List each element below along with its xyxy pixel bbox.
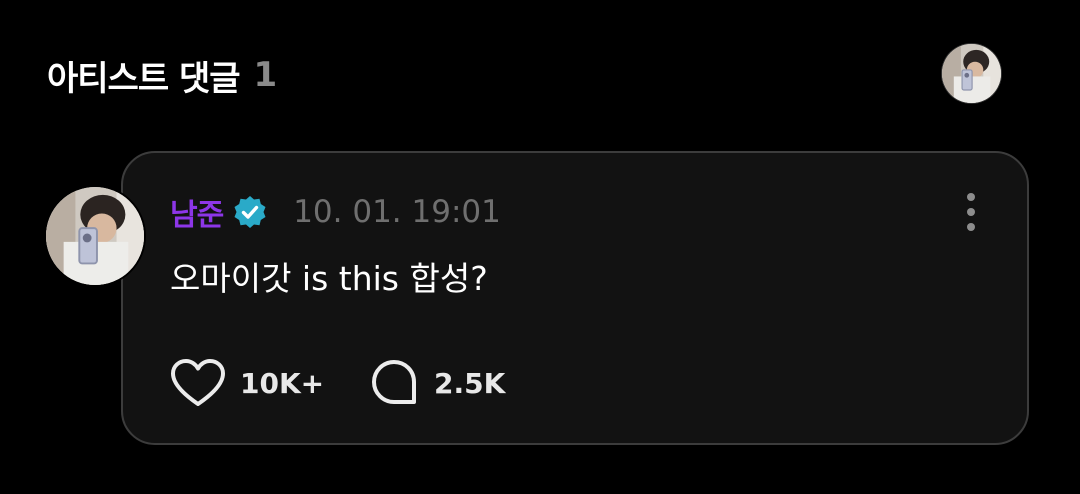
- comment-meta: 남준 10. 01. 19:01: [170, 190, 501, 234]
- section-header: 아티스트 댓글 1: [47, 50, 277, 100]
- speech-bubble-icon: [372, 360, 416, 404]
- reply-button[interactable]: 2.5K: [368, 357, 505, 409]
- like-button[interactable]: 10K+: [170, 357, 324, 409]
- reply-count: 2.5K: [434, 366, 506, 400]
- artist-avatar[interactable]: [942, 44, 1001, 103]
- avatar-photo: [942, 44, 1001, 103]
- like-count: 10K+: [240, 366, 325, 400]
- comment-text: 오마이갓 is this 합성?: [170, 259, 488, 298]
- comment-count: 1: [253, 55, 278, 95]
- more-vertical-icon[interactable]: [956, 191, 986, 233]
- comment-timestamp: 10. 01. 19:01: [293, 194, 501, 230]
- author-name[interactable]: 남준: [170, 190, 224, 234]
- verified-badge-icon: [234, 196, 266, 228]
- author-avatar[interactable]: [46, 187, 144, 285]
- heart-icon: [171, 359, 225, 406]
- avatar-photo: [46, 187, 144, 285]
- section-title: 아티스트 댓글: [47, 58, 241, 99]
